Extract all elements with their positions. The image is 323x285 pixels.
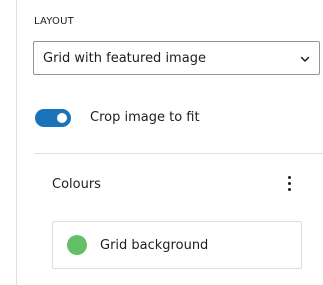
kebab-menu-icon[interactable] [282, 171, 298, 197]
crop-image-toggle[interactable] [35, 109, 71, 127]
layout-section-label: LAYOUT [34, 16, 74, 27]
chevron-down-icon [300, 56, 310, 62]
section-divider [34, 153, 323, 154]
colours-heading: Colours [52, 177, 101, 192]
color-swatch [67, 235, 87, 255]
layout-select[interactable]: Grid with featured image [33, 41, 320, 75]
toggle-thumb [57, 113, 67, 123]
panel-left-border [16, 0, 17, 285]
color-item-label: Grid background [100, 238, 209, 253]
layout-select-value: Grid with featured image [43, 51, 206, 66]
block-settings-panel: LAYOUT Grid with featured image Crop ima… [0, 0, 323, 285]
crop-image-toggle-label[interactable]: Crop image to fit [90, 110, 200, 126]
color-item-grid-background[interactable]: Grid background [52, 221, 302, 269]
